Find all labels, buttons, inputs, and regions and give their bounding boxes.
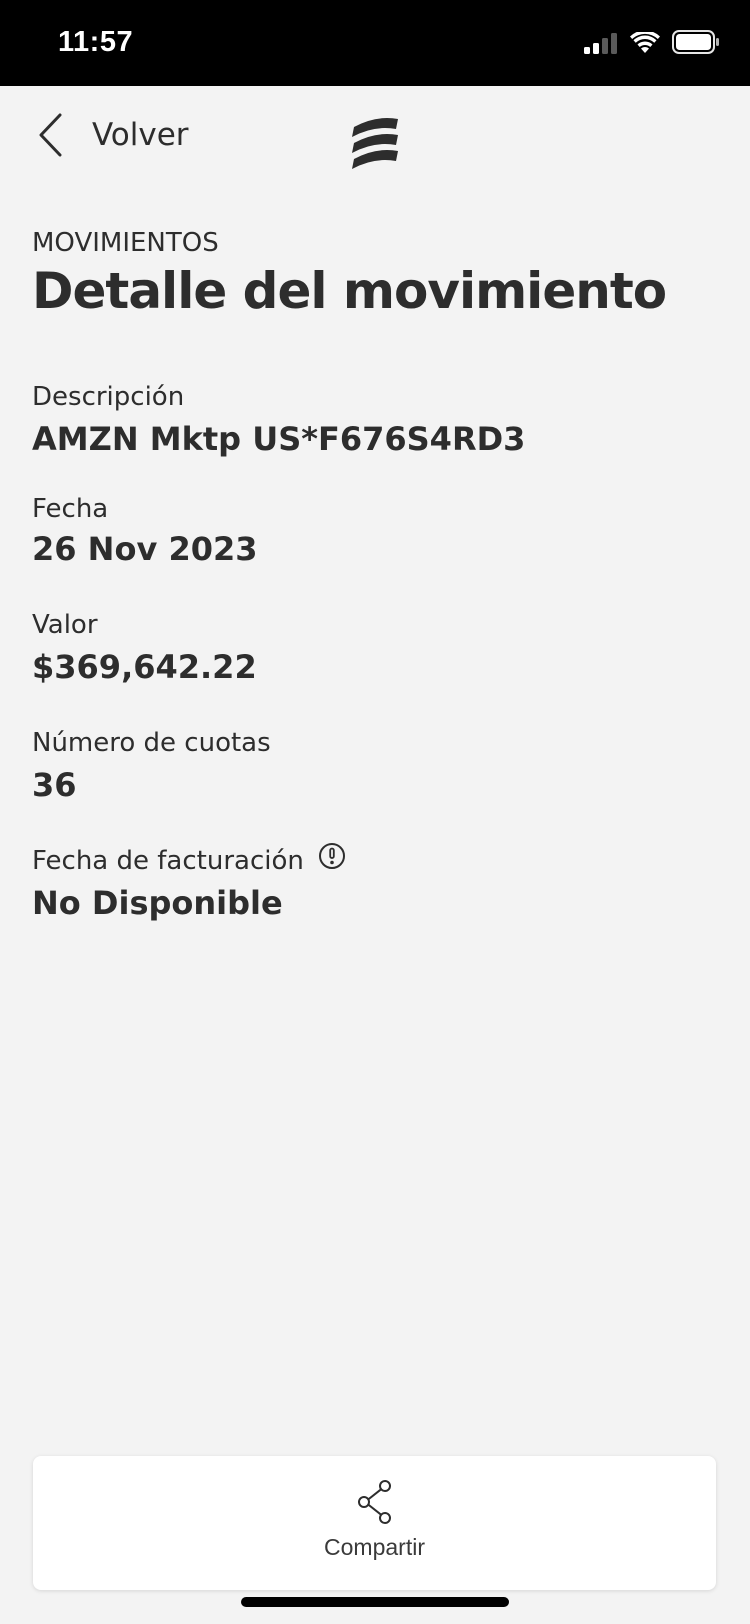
- installments-value: 36: [32, 766, 77, 804]
- cellular-signal-icon: [584, 32, 618, 58]
- description-value: AMZN Mktp US*F676S4RD3: [32, 420, 526, 458]
- amount-label: Valor: [32, 610, 98, 640]
- description-label: Descripción: [32, 382, 185, 412]
- bank-logo-icon: [348, 113, 404, 169]
- billing-date-label: Fecha de facturación: [32, 846, 304, 876]
- share-button[interactable]: Compartir: [33, 1456, 716, 1590]
- back-button[interactable]: Volver: [38, 110, 189, 160]
- chevron-left-icon: [38, 110, 68, 160]
- date-value: 26 Nov 2023: [32, 530, 258, 568]
- home-indicator[interactable]: [241, 1597, 509, 1607]
- amount-value: $369,642.22: [32, 648, 257, 686]
- share-icon: [357, 1480, 393, 1524]
- wifi-icon: [630, 30, 660, 58]
- info-icon[interactable]: [318, 842, 346, 870]
- billing-date-value: No Disponible: [32, 884, 283, 922]
- battery-icon: [672, 30, 720, 58]
- billing-date-label-row: Fecha de facturación: [32, 843, 346, 876]
- back-label: Volver: [92, 117, 189, 153]
- section-label: MOVIMIENTOS: [32, 228, 219, 258]
- date-label: Fecha: [32, 494, 109, 524]
- status-icons: [584, 30, 720, 58]
- share-label: Compartir: [324, 1534, 425, 1560]
- status-time: 11:57: [58, 26, 134, 58]
- status-bar: 11:57: [0, 0, 750, 86]
- installments-label: Número de cuotas: [32, 728, 271, 758]
- page-title: Detalle del movimiento: [32, 262, 667, 320]
